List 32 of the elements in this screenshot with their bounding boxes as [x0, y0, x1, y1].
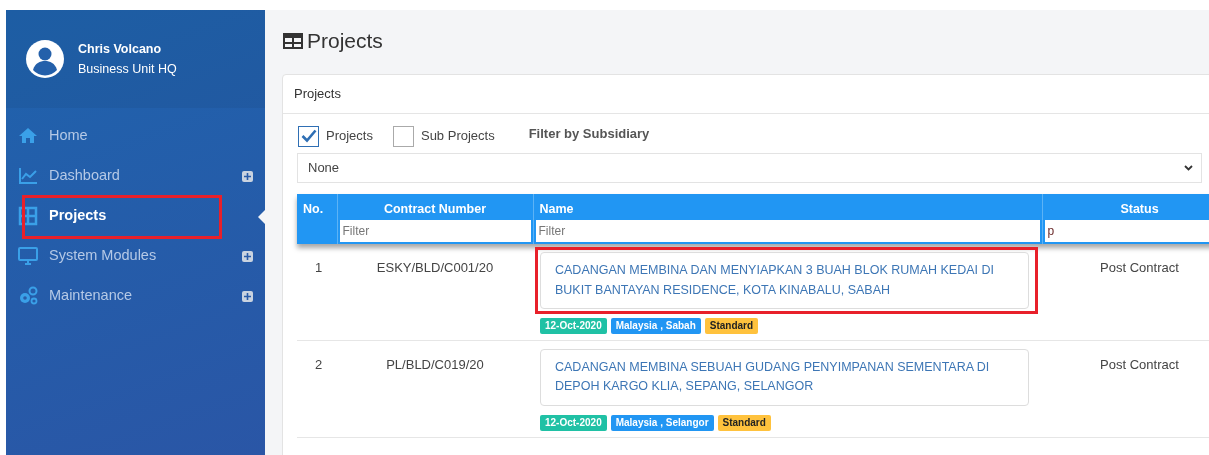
card-title: Projects	[283, 75, 1209, 114]
filter-field[interactable]: Filter	[535, 220, 1040, 243]
sidebar-item[interactable]: Maintenance	[6, 276, 265, 316]
user-name: Chris Volcano	[78, 40, 163, 58]
filter-field[interactable]: p	[1044, 220, 1209, 243]
sidebar-item[interactable]: Dashboard	[6, 156, 265, 196]
project-name-link[interactable]: CADANGAN MEMBINA DAN MENYIAPKAN 3 BUAH BLOK RUMAH KEDAI DI BUKIT BANTAYAN RESIDENCE, KOTA KINABALU, SABAH	[540, 252, 1029, 309]
tag: Standard	[717, 414, 771, 431]
tag: Malaysia , Selangor	[610, 414, 714, 431]
column-header[interactable]: Contract Number	[339, 199, 531, 219]
checkbox-label: Sub Projects	[420, 127, 495, 146]
filter-field[interactable]: Filter	[339, 220, 531, 243]
page-title: Projects	[307, 28, 383, 55]
status-text: Post Contract	[1100, 357, 1179, 372]
tag: 12-Oct-2020	[540, 318, 607, 334]
filter-label: Filter by Subsidiary	[528, 125, 650, 144]
tag: 12-Oct-2020	[540, 414, 607, 431]
column-header[interactable]: Name	[535, 199, 1040, 219]
business-unit: Business Unit HQ	[78, 61, 177, 76]
status-text: Post Contract	[1100, 260, 1179, 276]
row-number: 1	[315, 260, 323, 276]
sidebar-item[interactable]: Home	[6, 116, 265, 156]
contract-number: ESKY/BLD/C001/20	[376, 260, 494, 276]
tag: Standard	[704, 318, 759, 334]
project-name-link[interactable]: CADANGAN MEMBINA SEBUAH GUDANG PENYIMPANAN SEMENTARA DI DEPOH KARGO KLIA, SEPANG, SELANGOR	[540, 349, 1029, 406]
contract-number: PL/BLD/C019/20	[386, 357, 484, 372]
sidebar-item[interactable]: System Modules	[6, 236, 265, 276]
subsidiary-select[interactable]: None	[297, 152, 1202, 183]
row-number: 2	[315, 357, 323, 372]
column-header[interactable]: Status	[1044, 199, 1209, 219]
tag: Malaysia , Sabah	[610, 318, 701, 334]
checkbox-label: Projects	[326, 127, 373, 146]
